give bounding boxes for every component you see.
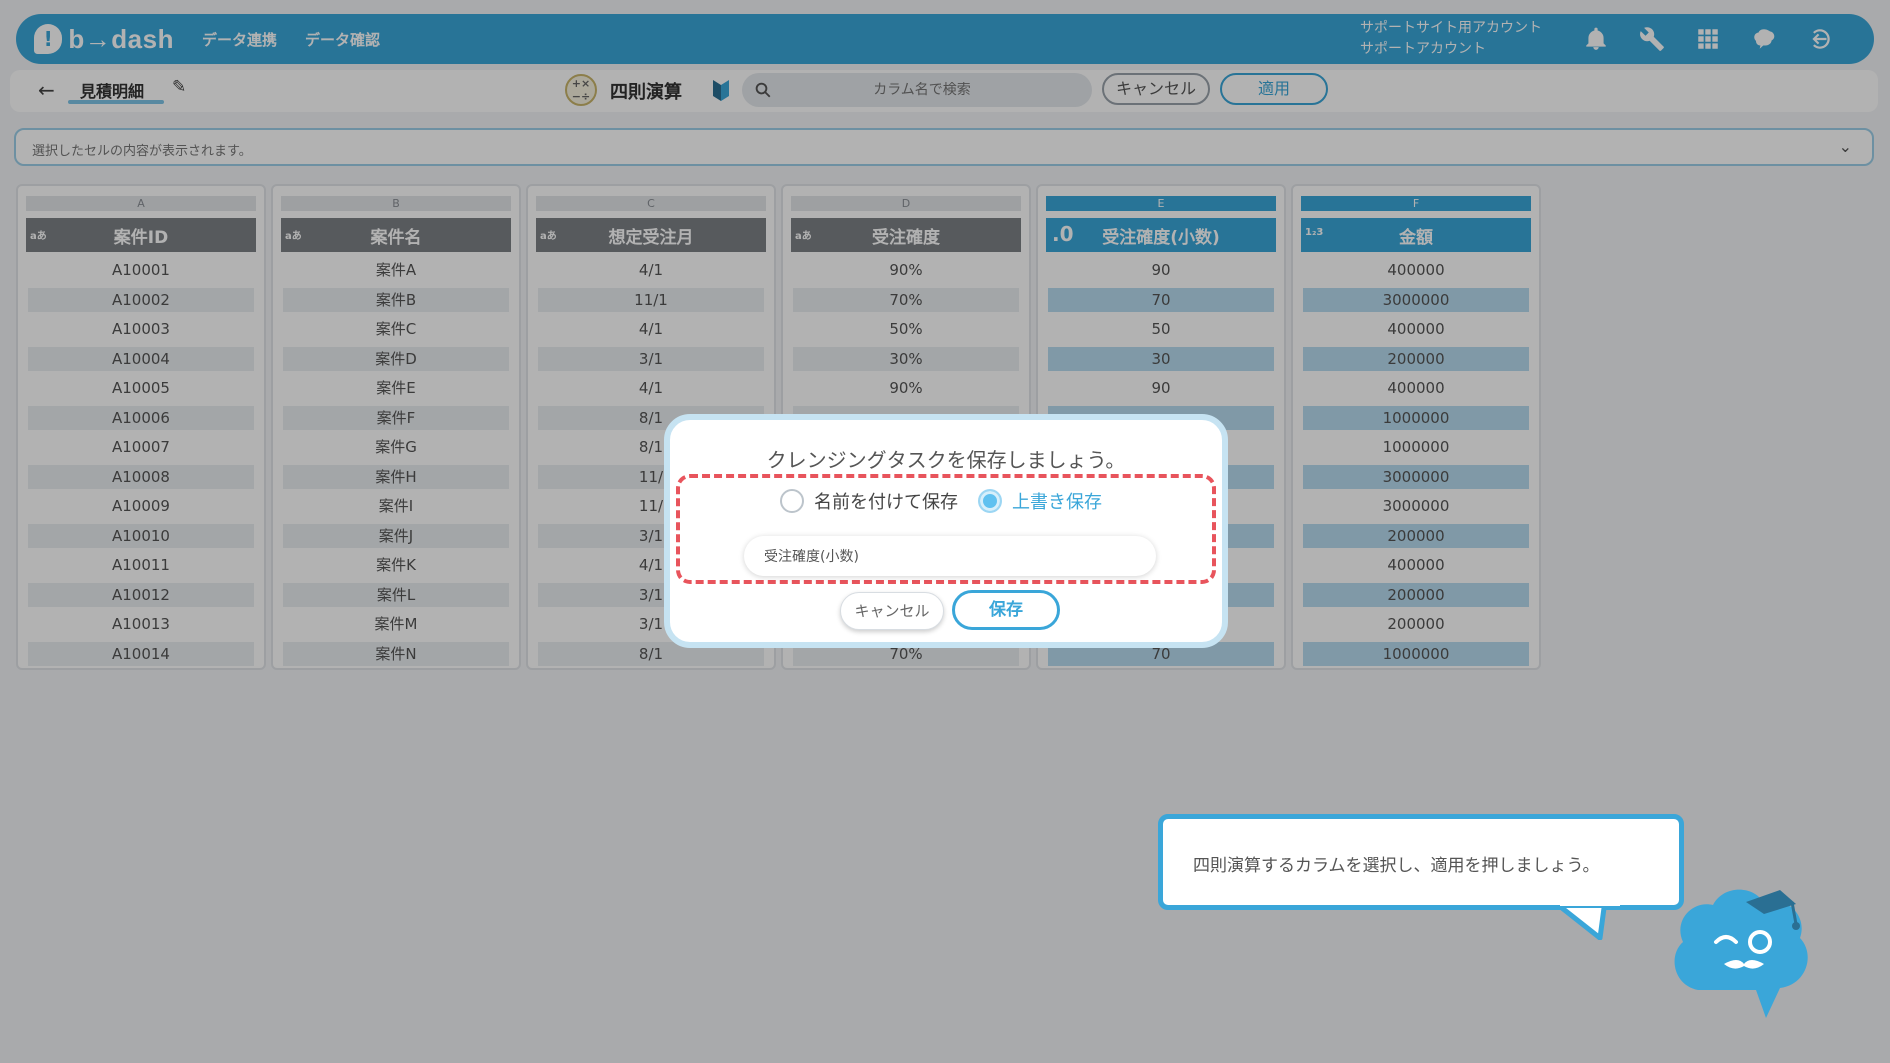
radio-save-as-new[interactable]: [780, 489, 804, 513]
radio-save-as-new-label[interactable]: 名前を付けて保存: [814, 488, 958, 514]
dialog-title: クレンジングタスクを保存しましょう。: [766, 448, 1126, 472]
radio-overwrite-label[interactable]: 上書き保存: [1012, 488, 1102, 514]
task-name-input[interactable]: [744, 536, 1156, 576]
dialog-save-button[interactable]: 保存: [952, 590, 1060, 630]
guide-tooltip: 四則演算するカラムを選択し、適用を押しましょう。: [1158, 814, 1684, 910]
save-mode-radio-group: 名前を付けて保存 上書き保存: [780, 488, 1122, 514]
save-task-dialog: クレンジングタスクを保存しましょう。 名前を付けて保存 上書き保存 キャンセル …: [664, 414, 1228, 648]
tooltip-tail: [1560, 900, 1620, 940]
dialog-cancel-button[interactable]: キャンセル: [840, 592, 944, 630]
guide-tooltip-text: 四則演算するカラムを選択し、適用を押しましょう。: [1193, 856, 1600, 876]
radio-overwrite[interactable]: [978, 489, 1002, 513]
brain-mascot-icon: [1674, 889, 1808, 1018]
